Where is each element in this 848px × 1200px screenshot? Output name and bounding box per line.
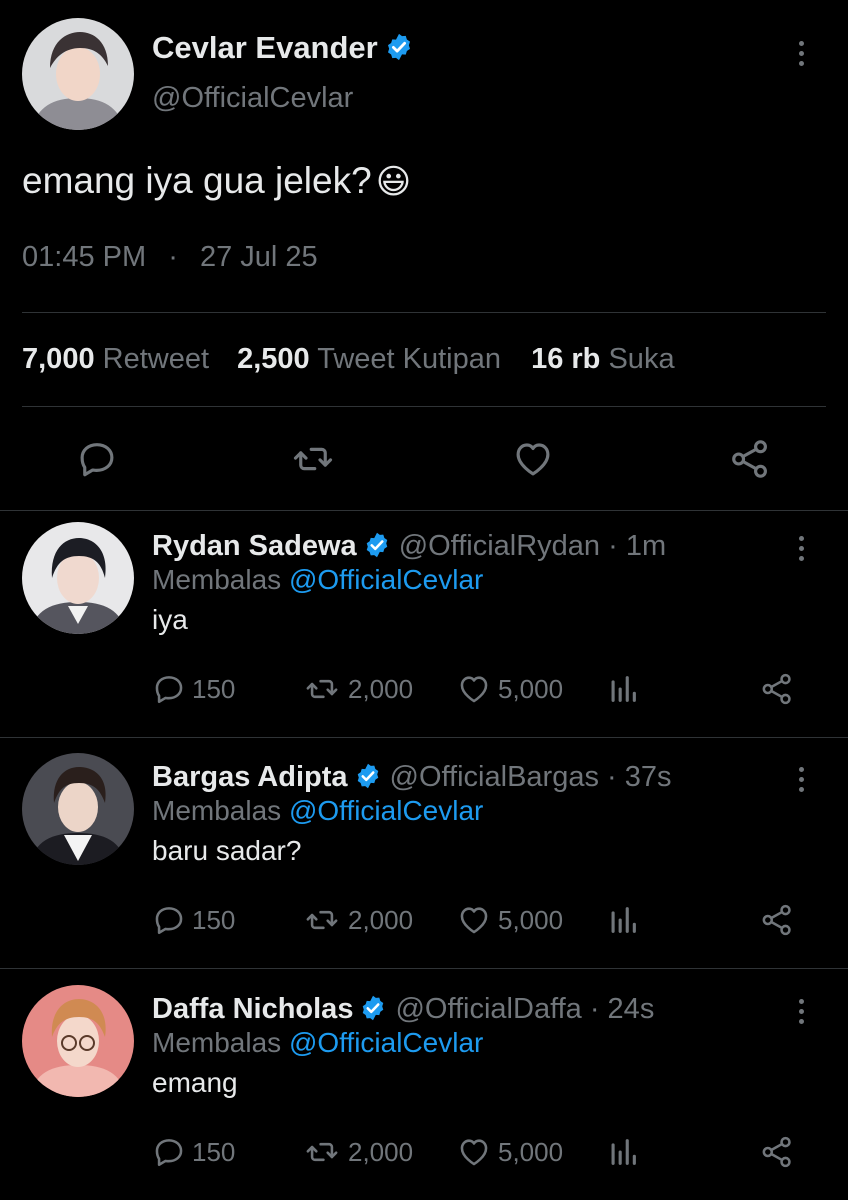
tweet-date: 27 Jul 25 xyxy=(199,241,318,273)
reply-icon[interactable] xyxy=(152,672,186,706)
analytics-icon[interactable] xyxy=(606,903,640,937)
retweet-icon[interactable] xyxy=(302,672,342,706)
like-count[interactable]: 16 rb Suka xyxy=(531,343,675,375)
analytics-icon[interactable] xyxy=(606,672,640,706)
like-icon[interactable] xyxy=(511,438,555,480)
like-count: 5,000 xyxy=(498,673,564,704)
divider xyxy=(0,737,848,738)
verified-badge-icon xyxy=(354,762,382,790)
tweet-timestamp[interactable]: 01:45 PM · 27 Jul 25 xyxy=(22,241,318,274)
analytics-action[interactable] xyxy=(606,1135,640,1169)
verified-badge-icon xyxy=(363,531,391,559)
replying-mention[interactable]: @OfficialCevlar xyxy=(289,795,483,826)
more-options-icon[interactable] xyxy=(791,767,811,792)
reply-avatar[interactable] xyxy=(22,985,134,1097)
reply-text: emang xyxy=(152,1067,238,1098)
share-icon[interactable] xyxy=(760,672,794,706)
like-action[interactable]: 5,000 xyxy=(456,903,563,937)
divider xyxy=(22,406,826,407)
reply-author[interactable]: Rydan Sadewa @OfficialRydan · 1m xyxy=(152,530,666,563)
reply-handle[interactable]: @OfficialBargas · 37s xyxy=(390,761,672,793)
reply-handle[interactable]: @OfficialRydan · 1m xyxy=(399,530,666,562)
quote-count[interactable]: 2,500 Tweet Kutipan xyxy=(237,343,501,375)
reply-author[interactable]: Daffa Nicholas @OfficialDaffa · 24s xyxy=(152,993,654,1026)
verified-badge-icon xyxy=(384,32,414,62)
time-separator: · xyxy=(168,241,178,273)
share-icon[interactable] xyxy=(760,903,794,937)
analytics-action[interactable] xyxy=(606,903,640,937)
reply-item[interactable]: Bargas Adipta @OfficialBargas · 37s Memba… xyxy=(0,743,848,969)
tweet-time: 01:45 PM xyxy=(22,241,147,273)
analytics-icon[interactable] xyxy=(606,1135,640,1169)
retweet-icon[interactable] xyxy=(290,438,336,480)
replying-mention[interactable]: @OfficialCevlar xyxy=(289,1027,483,1058)
author-name[interactable]: Cevlar Evander xyxy=(152,30,414,66)
author-avatar[interactable] xyxy=(22,18,134,130)
retweet-count: 2,000 xyxy=(348,1136,414,1167)
reply-author[interactable]: Bargas Adipta @OfficialBargas · 37s xyxy=(152,761,672,794)
replying-to: Membalas @OfficialCevlar xyxy=(152,564,483,596)
smiley-emoji-icon: 😃 xyxy=(375,163,412,201)
more-options-icon[interactable] xyxy=(791,41,811,66)
like-action[interactable]: 5,000 xyxy=(456,1135,563,1169)
divider xyxy=(0,968,848,969)
retweet-action[interactable]: 2,000 xyxy=(302,903,413,937)
reply-action[interactable]: 150 xyxy=(152,903,235,937)
like-count: 5,000 xyxy=(498,904,564,935)
reply-handle[interactable]: @OfficialDaffa · 24s xyxy=(395,993,654,1025)
verified-badge-icon xyxy=(359,994,387,1022)
retweet-count: 2,000 xyxy=(348,904,414,935)
share-action[interactable] xyxy=(760,903,794,937)
like-count: 5,000 xyxy=(498,1136,564,1167)
more-options-icon[interactable] xyxy=(791,536,811,561)
reply-text: baru sadar? xyxy=(152,835,302,866)
retweet-icon[interactable] xyxy=(302,903,342,937)
reply-item[interactable]: Daffa Nicholas @OfficialDaffa · 24s Memba… xyxy=(0,975,848,1200)
retweet-count: 2,000 xyxy=(348,673,414,704)
retweet-action[interactable]: 2,000 xyxy=(302,672,413,706)
replying-to: Membalas @OfficialCevlar xyxy=(152,795,483,827)
tweet-text: emang iya gua jelek? 😃 xyxy=(22,160,411,202)
analytics-action[interactable] xyxy=(606,672,640,706)
reply-count: 150 xyxy=(192,904,236,935)
retweet-count[interactable]: 7,000 Retweet xyxy=(22,343,209,375)
reply-item[interactable]: Rydan Sadewa @OfficialRydan · 1m Membalas… xyxy=(0,512,848,738)
like-action[interactable]: 5,000 xyxy=(456,672,563,706)
divider xyxy=(22,312,826,313)
like-icon[interactable] xyxy=(456,1135,492,1169)
reply-icon[interactable] xyxy=(76,438,118,480)
reply-author-name[interactable]: Daffa Nicholas xyxy=(152,993,353,1025)
replying-mention[interactable]: @OfficialCevlar xyxy=(289,564,483,595)
retweet-icon[interactable] xyxy=(302,1135,342,1169)
reply-icon[interactable] xyxy=(152,1135,186,1169)
replying-prefix: Membalas xyxy=(152,564,282,595)
replying-to: Membalas @OfficialCevlar xyxy=(152,1027,483,1059)
tweet-stats: 7,000 Retweet 2,500 Tweet Kutipan 16 rb … xyxy=(22,343,675,376)
share-icon[interactable] xyxy=(760,1135,794,1169)
share-action[interactable] xyxy=(760,1135,794,1169)
replying-prefix: Membalas xyxy=(152,795,282,826)
reply-text: iya xyxy=(152,604,188,635)
like-icon[interactable] xyxy=(456,672,492,706)
retweet-action[interactable]: 2,000 xyxy=(302,1135,413,1169)
replying-prefix: Membalas xyxy=(152,1027,282,1058)
author-handle[interactable]: @OfficialCevlar xyxy=(152,82,353,115)
reply-count: 150 xyxy=(192,673,236,704)
reply-author-name[interactable]: Bargas Adipta xyxy=(152,761,348,793)
share-action[interactable] xyxy=(760,672,794,706)
more-options-icon[interactable] xyxy=(791,999,811,1024)
tweet-text-content: emang iya gua jelek? xyxy=(22,160,372,201)
reply-icon[interactable] xyxy=(152,903,186,937)
reply-author-name[interactable]: Rydan Sadewa xyxy=(152,530,357,562)
reply-action[interactable]: 150 xyxy=(152,1135,235,1169)
reply-avatar[interactable] xyxy=(22,522,134,634)
reply-count: 150 xyxy=(192,1136,236,1167)
divider xyxy=(0,510,848,511)
reply-avatar[interactable] xyxy=(22,753,134,865)
author-name-text[interactable]: Cevlar Evander xyxy=(152,30,378,65)
share-icon[interactable] xyxy=(728,438,772,480)
like-icon[interactable] xyxy=(456,903,492,937)
reply-action[interactable]: 150 xyxy=(152,672,235,706)
